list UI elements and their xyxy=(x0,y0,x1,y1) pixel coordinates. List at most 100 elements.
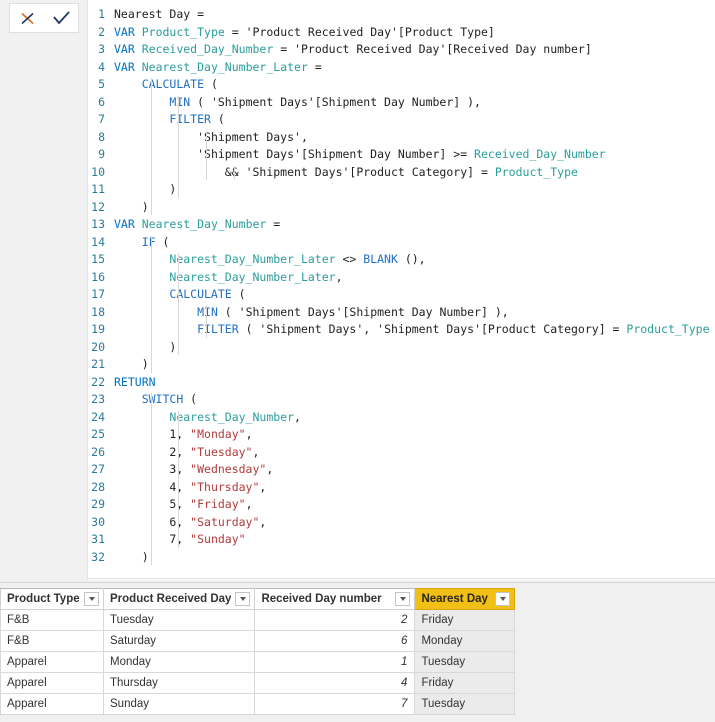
table-cell-nearest-day[interactable]: Friday xyxy=(414,672,516,694)
chevron-down-icon xyxy=(239,597,246,601)
table-row[interactable]: Apparel Sunday 7 Tuesday xyxy=(0,693,516,715)
table-cell-received-day-number[interactable]: 6 xyxy=(254,630,416,652)
code-line-text: CALCULATE ( xyxy=(169,287,246,301)
line-number: 5 xyxy=(98,77,105,91)
formula-editor-region: 1 Nearest Day = 2 VAR Product_Type = 'Produ… xyxy=(0,0,715,580)
line-number: 31 xyxy=(91,532,105,546)
data-preview-region: Product Type Product Received Day Received… xyxy=(0,582,715,722)
data-preview-table: Product Type Product Received Day Received… xyxy=(0,588,516,715)
code-line: 13 VAR Nearest_Day_Number = xyxy=(88,216,715,234)
table-row[interactable]: Apparel Thursday 4 Friday xyxy=(0,672,516,694)
column-filter-button[interactable] xyxy=(395,592,411,606)
table-cell-nearest-day[interactable]: Monday xyxy=(414,630,516,652)
close-icon xyxy=(19,10,36,27)
code-line-text: ) xyxy=(114,357,149,371)
column-filter-button[interactable] xyxy=(495,592,511,606)
code-line: 3 VAR Received_Day_Number = 'Product Rece… xyxy=(88,41,715,59)
line-number: 30 xyxy=(91,514,105,529)
table-row[interactable]: F&B Tuesday 2 Friday xyxy=(0,609,516,631)
table-cell-received-day-number[interactable]: 2 xyxy=(254,609,416,631)
table-cell-product-received-day[interactable]: Tuesday xyxy=(102,609,256,631)
code-line-text: Nearest_Day_Number_Later <> BLANK (), xyxy=(169,252,426,266)
column-header-product-type[interactable]: Product Type xyxy=(0,588,104,610)
code-line: 6 MIN ( 'Shipment Days'[Shipment Day Num… xyxy=(88,94,715,112)
editor-bottom-divider xyxy=(88,578,715,579)
code-line-text: FILTER ( 'Shipment Days', 'Shipment Days… xyxy=(197,322,710,336)
table-cell-product-received-day[interactable]: Sunday xyxy=(102,693,256,715)
code-line-text: ) xyxy=(114,182,177,196)
code-line-text: Nearest_Day_Number_Later, xyxy=(169,269,343,284)
line-number: 13 xyxy=(91,217,105,231)
code-line-text: Nearest_Day_Number, xyxy=(169,409,301,424)
code-line: 8 'Shipment Days', xyxy=(88,129,715,147)
table-cell-received-day-number[interactable]: 1 xyxy=(254,651,416,673)
line-number: 17 xyxy=(91,287,105,301)
code-line-text: ) xyxy=(114,549,149,564)
code-line: 32 ) xyxy=(88,549,715,567)
table-cell-nearest-day[interactable]: Tuesday xyxy=(414,693,516,715)
line-number: 27 xyxy=(91,462,105,476)
code-line-text: IF ( xyxy=(141,234,170,249)
code-line: 25 1, "Monday", xyxy=(88,426,715,444)
code-line-text: MIN ( 'Shipment Days'[Shipment Day Numbe… xyxy=(197,304,509,319)
code-line: 31 7, "Sunday" xyxy=(88,531,715,549)
line-number: 29 xyxy=(91,497,105,511)
code-line: 23 SWITCH ( xyxy=(88,391,715,409)
code-line: 7 FILTER ( xyxy=(88,111,715,129)
code-line: 26 2, "Tuesday", xyxy=(88,444,715,462)
table-cell-product-type[interactable]: Apparel xyxy=(0,651,104,673)
chevron-down-icon xyxy=(88,597,95,601)
column-filter-button[interactable] xyxy=(235,592,251,606)
line-number: 24 xyxy=(91,409,105,424)
table-cell-received-day-number[interactable]: 7 xyxy=(254,693,416,715)
code-line: 28 4, "Thursday", xyxy=(88,479,715,497)
line-number: 23 xyxy=(91,392,105,406)
dax-code-editor[interactable]: 1 Nearest Day = 2 VAR Product_Type = 'Produ… xyxy=(88,0,715,580)
code-line: 20 ) xyxy=(88,339,715,357)
code-line: 5 CALCULATE ( xyxy=(88,76,715,94)
line-number: 32 xyxy=(91,549,105,564)
table-cell-received-day-number[interactable]: 4 xyxy=(254,672,416,694)
code-line: 29 5, "Friday", xyxy=(88,496,715,514)
code-line: 30 6, "Saturday", xyxy=(88,514,715,532)
code-line-text: FILTER ( xyxy=(169,112,225,126)
table-row[interactable]: Apparel Monday 1 Tuesday xyxy=(0,651,516,673)
line-number: 3 xyxy=(98,42,105,56)
commit-formula-button[interactable] xyxy=(47,5,75,31)
code-line: 10 && 'Shipment Days'[Product Category] … xyxy=(88,164,715,182)
table-cell-product-type[interactable]: Apparel xyxy=(0,672,104,694)
column-header-label: Product Received Day xyxy=(110,593,232,605)
cancel-formula-button[interactable] xyxy=(13,5,41,31)
code-line-text: SWITCH ( xyxy=(141,392,198,406)
code-line: 22 RETURN xyxy=(88,374,715,392)
column-header-label: Product Type xyxy=(7,593,80,605)
column-header-nearest-day[interactable]: Nearest Day xyxy=(414,588,516,610)
code-line-text: 1, "Monday", xyxy=(114,427,253,441)
table-cell-product-received-day[interactable]: Monday xyxy=(102,651,256,673)
code-line: 21 ) xyxy=(88,356,715,374)
line-number: 19 xyxy=(91,322,105,336)
line-number: 28 xyxy=(91,479,105,494)
table-row[interactable]: F&B Saturday 6 Monday xyxy=(0,630,516,652)
table-cell-product-type[interactable]: F&B xyxy=(0,630,104,652)
code-line-text: && 'Shipment Days'[Product Category] = P… xyxy=(114,164,578,179)
table-cell-nearest-day[interactable]: Tuesday xyxy=(414,651,516,673)
table-cell-product-received-day[interactable]: Saturday xyxy=(102,630,256,652)
table-cell-product-type[interactable]: Apparel xyxy=(0,693,104,715)
code-line: 17 CALCULATE ( xyxy=(88,286,715,304)
code-line-text: 5, "Friday", xyxy=(114,497,253,511)
column-header-product-received-day[interactable]: Product Received Day xyxy=(102,588,256,610)
table-cell-product-type[interactable]: F&B xyxy=(0,609,104,631)
code-line-text: CALCULATE ( xyxy=(141,77,218,91)
table-cell-product-received-day[interactable]: Thursday xyxy=(102,672,256,694)
column-filter-button[interactable] xyxy=(84,592,99,606)
table-cell-nearest-day[interactable]: Friday xyxy=(414,609,516,631)
checkmark-icon xyxy=(52,10,71,27)
code-line-text: VAR Received_Day_Number = 'Product Recei… xyxy=(114,42,592,56)
code-line-text: 2, "Tuesday", xyxy=(114,444,260,459)
line-number: 21 xyxy=(91,357,105,371)
code-line-text: VAR Nearest_Day_Number_Later = xyxy=(114,59,322,74)
column-header-received-day-number[interactable]: Received Day number xyxy=(254,588,416,610)
code-line-text: 'Shipment Days'[Shipment Day Number] >= … xyxy=(197,147,606,161)
line-number: 20 xyxy=(91,339,105,354)
